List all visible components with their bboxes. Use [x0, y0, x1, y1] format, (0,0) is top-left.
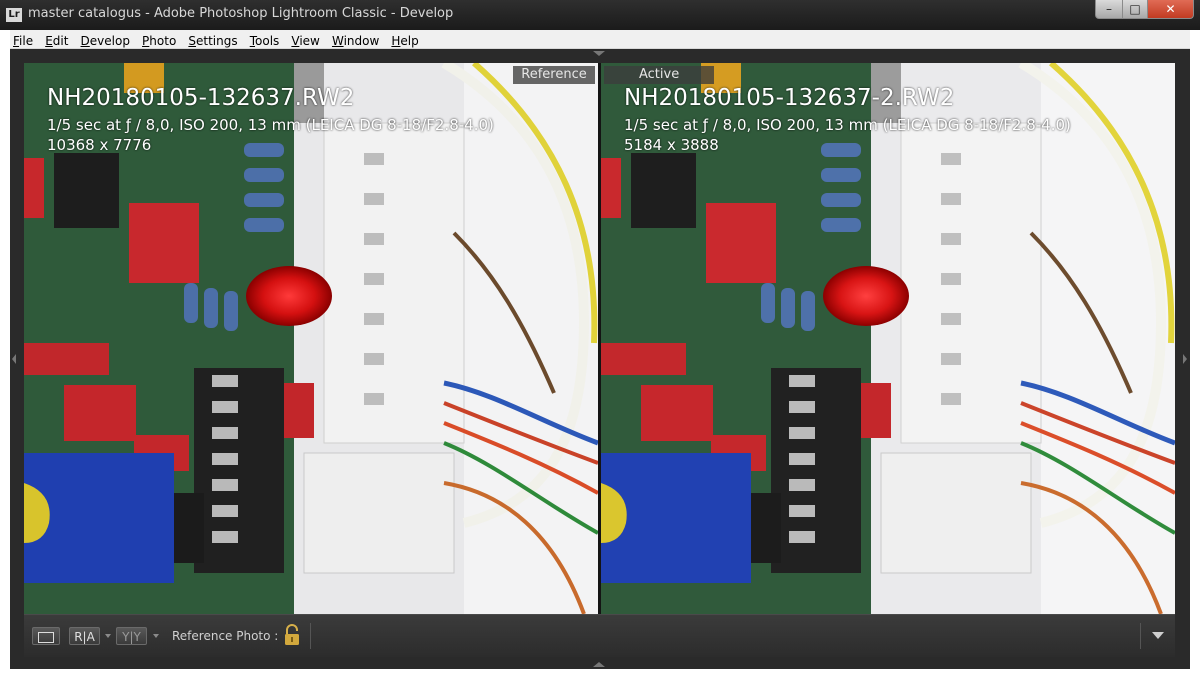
menu-view[interactable]: View — [288, 32, 323, 50]
reference-exif: 1/5 sec at ƒ / 8,0, ISO 200, 13 mm (LEIC… — [47, 116, 494, 134]
menu-photo[interactable]: Photo — [139, 32, 180, 50]
menu-file-label: ile — [19, 34, 34, 48]
menu-tools-label: ools — [255, 34, 280, 48]
menu-develop-label: evelop — [89, 34, 130, 48]
left-panel-toggle-icon[interactable] — [12, 354, 16, 364]
active-photo-pane[interactable]: Active NH20180105-132637-2.RW2 1/5 sec a… — [601, 63, 1175, 614]
triangle-down-icon[interactable] — [1152, 632, 1164, 639]
menu-develop-mnemonic: D — [80, 34, 90, 48]
menu-photo-label: hoto — [149, 34, 177, 48]
lightroom-app-icon: Lr — [6, 8, 22, 22]
minimize-button[interactable]: – — [1095, 0, 1123, 19]
right-panel-toggle-icon[interactable] — [1183, 354, 1187, 364]
active-dimensions: 5184 x 3888 — [624, 136, 719, 154]
before-after-dropdown-icon[interactable] — [153, 634, 159, 638]
menu-help-label: elp — [400, 34, 419, 48]
top-panel-toggle-icon[interactable] — [593, 51, 605, 56]
active-exif: 1/5 sec at ƒ / 8,0, ISO 200, 13 mm (LEIC… — [624, 116, 1071, 134]
menu-tools[interactable]: Tools — [247, 32, 284, 50]
loupe-view-icon — [38, 632, 54, 643]
menu-settings-mnemonic: S — [188, 34, 197, 48]
reference-photo-label: Reference Photo : — [172, 629, 279, 643]
menu-settings[interactable]: Settings — [185, 32, 241, 50]
menu-edit-mnemonic: E — [45, 34, 53, 48]
menu-develop[interactable]: Develop — [78, 32, 134, 50]
menu-help[interactable]: Help — [388, 32, 422, 50]
menu-window-label: indow — [343, 34, 380, 48]
active-label: Active — [604, 66, 714, 84]
menu-window[interactable]: Window — [329, 32, 383, 50]
menu-settings-label: ettings — [196, 34, 238, 48]
menu-edit[interactable]: Edit — [42, 32, 72, 50]
menu-bar: File Edit Develop Photo Settings Tools V… — [10, 30, 1190, 49]
maximize-button[interactable]: □ — [1122, 0, 1148, 19]
bottom-panel-toggle-icon[interactable] — [593, 662, 605, 667]
menu-edit-label: dit — [52, 34, 69, 48]
menu-view-label: iew — [299, 34, 320, 48]
window-title: master catalogus - Adobe Photoshop Light… — [28, 6, 454, 21]
compare-toolbar: R|A Y|Y Reference Photo : — [24, 614, 1175, 657]
reference-filename: NH20180105-132637.RW2 — [47, 85, 355, 111]
reference-active-dropdown-icon[interactable] — [105, 634, 111, 638]
menu-window-mnemonic: W — [331, 34, 344, 48]
toolbar-separator — [310, 623, 311, 649]
window-titlebar: Lr master catalogus - Adobe Photoshop Li… — [0, 0, 1200, 30]
lock-icon[interactable] — [284, 624, 300, 646]
reference-label: Reference — [513, 66, 595, 84]
before-after-view-button[interactable]: Y|Y — [116, 627, 147, 645]
menu-file[interactable]: File — [10, 32, 37, 50]
loupe-view-button[interactable] — [32, 627, 60, 645]
reference-photo-pane[interactable]: Reference NH20180105-132637.RW2 1/5 sec … — [24, 63, 598, 614]
reference-dimensions: 10368 x 7776 — [47, 136, 152, 154]
reference-active-view-button[interactable]: R|A — [69, 627, 100, 645]
close-button[interactable]: ✕ — [1147, 0, 1194, 19]
active-filename: NH20180105-132637-2.RW2 — [624, 85, 955, 111]
toolbar-separator-right — [1140, 623, 1141, 649]
